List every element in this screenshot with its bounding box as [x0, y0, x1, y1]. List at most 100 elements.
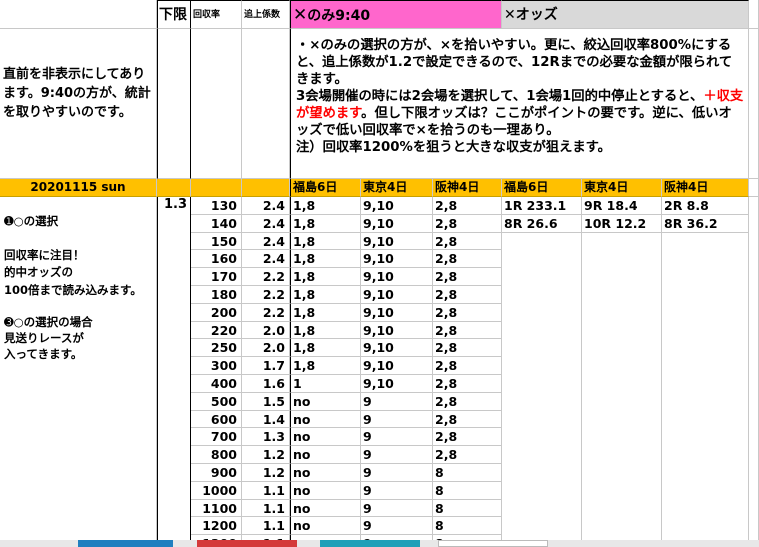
tokyo-cell[interactable]: 9,10	[361, 375, 433, 393]
recovery-rate-cell[interactable]: 200	[191, 303, 242, 322]
header-add-coef[interactable]: 追上係数	[242, 0, 290, 29]
odds-blank-tokyo[interactable]	[582, 233, 662, 540]
left-note[interactable]: 直前を非表示にしてあります。9:40の方が、統計を取りやすいのです。	[0, 29, 157, 179]
tokyo-cell[interactable]: 9,10	[361, 232, 433, 251]
add-coef-cell[interactable]: 1.5	[242, 392, 290, 411]
hanshin-cell[interactable]: 2,8	[433, 321, 502, 340]
date-row-cell[interactable]	[157, 179, 191, 197]
add-coef-cell[interactable]: 1.7	[242, 357, 290, 375]
recovery-rate-cell[interactable]: 400	[191, 375, 242, 393]
odds-venue-header-hanshin[interactable]: 阪神4日	[662, 179, 749, 197]
tokyo-cell[interactable]: 9	[361, 499, 433, 518]
notes-extra-cell[interactable]	[749, 29, 759, 179]
tokyo-cell[interactable]: 9,10	[361, 303, 433, 322]
odds-blank-hanshin[interactable]	[662, 233, 749, 540]
tokyo-cell[interactable]: 9	[361, 446, 433, 464]
hanshin-cell[interactable]: 2,8	[433, 339, 502, 358]
odds-fukushima-cell[interactable]: 8R 26.6	[502, 214, 582, 233]
date-row-cell[interactable]	[242, 179, 290, 197]
add-coef-cell[interactable]: 1.1	[242, 517, 290, 536]
fukushima-cell[interactable]: no	[290, 392, 361, 411]
tokyo-cell[interactable]: 9	[361, 517, 433, 536]
odds-hanshin-cell[interactable]: 2R 8.8	[662, 197, 749, 215]
notes-coef-cell[interactable]	[242, 29, 290, 179]
tokyo-cell[interactable]: 9	[361, 428, 433, 447]
main-note[interactable]: ・×のみの選択の方が、×を拾いやすい。更に、絞込回収率800%にすると、追上係数…	[290, 29, 749, 179]
add-coef-cell[interactable]: 1.4	[242, 410, 290, 429]
hanshin-cell[interactable]: 2,8	[433, 303, 502, 322]
add-coef-cell[interactable]: 1.1	[242, 481, 290, 500]
date-row-cell[interactable]	[191, 179, 242, 197]
recovery-rate-cell[interactable]: 500	[191, 392, 242, 411]
fukushima-cell[interactable]: no	[290, 499, 361, 518]
add-coef-cell[interactable]: 1.2	[242, 464, 290, 482]
tokyo-cell[interactable]: 9,10	[361, 286, 433, 304]
fukushima-cell[interactable]: 1,8	[290, 197, 361, 215]
date-cell[interactable]: 20201115 sun	[0, 179, 157, 197]
recovery-rate-cell[interactable]: 1100	[191, 499, 242, 518]
add-coef-cell[interactable]: 1.1	[242, 499, 290, 518]
recovery-rate-cell[interactable]: 130	[191, 197, 242, 215]
header-lower-limit[interactable]: 下限	[157, 0, 191, 29]
hanshin-cell[interactable]: 2,8	[433, 214, 502, 233]
hanshin-cell[interactable]: 2,8	[433, 197, 502, 215]
odds-venue-header-tokyo[interactable]: 東京4日	[582, 179, 662, 197]
fukushima-cell[interactable]: 1,8	[290, 232, 361, 251]
hanshin-cell[interactable]: 2,8	[433, 286, 502, 304]
recovery-rate-cell[interactable]: 140	[191, 214, 242, 233]
fukushima-cell[interactable]: 1,8	[290, 357, 361, 375]
tokyo-cell[interactable]: 9,10	[361, 268, 433, 286]
hanshin-cell[interactable]: 2,8	[433, 232, 502, 251]
fukushima-cell[interactable]: 1,8	[290, 321, 361, 340]
fukushima-cell[interactable]: no	[290, 428, 361, 447]
header-extra-cell[interactable]	[749, 0, 759, 29]
recovery-rate-cell[interactable]: 700	[191, 428, 242, 447]
tokyo-cell[interactable]: 9	[361, 464, 433, 482]
odds-venue-header-fukushima[interactable]: 福島6日	[502, 179, 582, 197]
sheet-tab[interactable]	[78, 540, 173, 547]
fukushima-cell[interactable]: no	[290, 464, 361, 482]
add-coef-cell[interactable]: 2.2	[242, 268, 290, 286]
fukushima-cell[interactable]: 1,8	[290, 250, 361, 269]
odds-hanshin-cell[interactable]: 8R 36.2	[662, 214, 749, 233]
add-coef-cell[interactable]: 1.6	[242, 375, 290, 393]
fukushima-cell[interactable]: 1,8	[290, 339, 361, 358]
header-x-odds[interactable]: ✕オッズ	[502, 0, 749, 29]
tokyo-cell[interactable]: 9,10	[361, 197, 433, 215]
recovery-rate-cell[interactable]: 150	[191, 232, 242, 251]
hanshin-cell[interactable]: 2,8	[433, 410, 502, 429]
odds-tokyo-cell[interactable]: 10R 12.2	[582, 214, 662, 233]
header-empty-cell[interactable]	[0, 0, 157, 29]
odds-tokyo-cell[interactable]: 9R 18.4	[582, 197, 662, 215]
add-coef-cell[interactable]: 2.2	[242, 286, 290, 304]
recovery-rate-cell[interactable]: 1000	[191, 481, 242, 500]
hanshin-cell[interactable]: 2,8	[433, 446, 502, 464]
left-notes-column[interactable]: ➊○の選択 回収率に注目！ 的中オッズの 100倍まで読み込みます。 ➌○の選択…	[0, 197, 157, 540]
fukushima-cell[interactable]: 1	[290, 375, 361, 393]
recovery-rate-cell[interactable]: 160	[191, 250, 242, 269]
fukushima-cell[interactable]: 1,8	[290, 268, 361, 286]
add-coef-cell[interactable]: 1.3	[242, 428, 290, 447]
tokyo-cell[interactable]: 9	[361, 481, 433, 500]
fukushima-cell[interactable]: 1,8	[290, 303, 361, 322]
tokyo-cell[interactable]: 9,10	[361, 339, 433, 358]
sheet-tab[interactable]	[320, 540, 420, 547]
notes-rate-cell[interactable]	[191, 29, 242, 179]
lower-limit-value[interactable]: 1.3	[157, 197, 191, 540]
hanshin-cell[interactable]: 2,8	[433, 392, 502, 411]
recovery-rate-cell[interactable]: 220	[191, 321, 242, 340]
add-coef-cell[interactable]: 2.0	[242, 339, 290, 358]
hanshin-cell[interactable]: 2,8	[433, 250, 502, 269]
hanshin-cell[interactable]: 2,8	[433, 375, 502, 393]
fukushima-cell[interactable]: no	[290, 517, 361, 536]
date-row-extra-cell[interactable]	[749, 179, 759, 197]
sheet-tab-active[interactable]	[438, 540, 548, 547]
add-coef-cell[interactable]: 2.2	[242, 303, 290, 322]
hanshin-cell[interactable]: 2,8	[433, 357, 502, 375]
header-recovery-rate[interactable]: 回収率	[191, 0, 242, 29]
venue-header-fukushima[interactable]: 福島6日	[290, 179, 361, 197]
recovery-rate-cell[interactable]: 180	[191, 286, 242, 304]
add-coef-cell[interactable]: 2.4	[242, 250, 290, 269]
hanshin-cell[interactable]: 8	[433, 481, 502, 500]
recovery-rate-cell[interactable]: 170	[191, 268, 242, 286]
